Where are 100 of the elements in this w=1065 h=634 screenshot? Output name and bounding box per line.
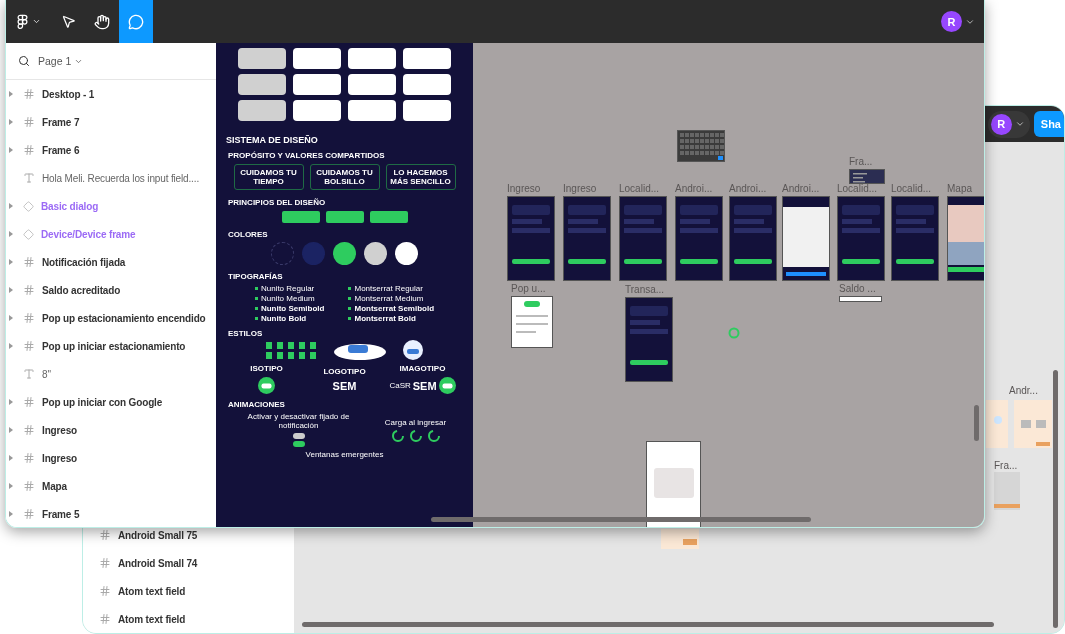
layer-item[interactable]: Pop up iniciar con Google: [6, 388, 216, 416]
section-title: SISTEMA DE DISEÑO: [226, 135, 319, 145]
layer-item[interactable]: Pop up estacionamiento encendido: [6, 304, 216, 332]
font-name: Nunito Semibold: [260, 304, 325, 313]
logo-label: LOGOTIPO: [323, 366, 366, 376]
frame-icon: [99, 557, 111, 569]
component-icon: [23, 228, 34, 240]
scrollbar[interactable]: [1053, 370, 1058, 628]
frame-icon: [23, 396, 35, 408]
frame-icon: [23, 116, 35, 128]
frame-label: Localid...: [837, 183, 879, 194]
layer-item[interactable]: 8": [6, 360, 216, 388]
logo-wordmark: SEM: [332, 379, 357, 392]
table-card: [293, 74, 341, 95]
frame-label: Pop u...: [511, 283, 547, 294]
car-logo-icon: [258, 377, 275, 394]
loading-rings-drawing: [390, 429, 441, 442]
font-name: Nunito Regular: [260, 284, 315, 293]
layer-item[interactable]: Device/Device frame: [6, 220, 216, 248]
logo-label: IMAGOTIPO: [399, 364, 446, 373]
animation-caption: Carga al ingresar: [384, 417, 447, 427]
layer-item[interactable]: Frame 6: [6, 136, 216, 164]
layer-item[interactable]: Pop up iniciar estacionamiento: [6, 332, 216, 360]
layer-item[interactable]: Hola Meli. Recuerda los input field....: [6, 164, 216, 192]
frame-label: Androi...: [729, 183, 768, 194]
table-card: [293, 100, 341, 121]
frame-icon: [23, 340, 35, 352]
layer-item[interactable]: Basic dialog: [6, 192, 216, 220]
font-name: Nunito Bold: [260, 314, 307, 323]
scrollbar[interactable]: [974, 405, 979, 441]
layer-item[interactable]: Mapa: [6, 472, 216, 500]
search-icon[interactable]: [18, 55, 30, 67]
logo-wordmark: SEM: [412, 379, 437, 392]
frame-icon: [23, 88, 35, 100]
app-screen-drawing: [661, 529, 699, 549]
frame-icon: [23, 144, 35, 156]
user-avatar-button[interactable]: R: [987, 110, 1030, 138]
frame-label: Mapa: [947, 183, 973, 194]
chevron-down-icon: [1014, 119, 1025, 129]
frame-thumbnail: [839, 296, 882, 302]
frame-label: Localid...: [891, 183, 933, 194]
section-heading: TIPOGRAFÍAS: [228, 272, 284, 281]
section-heading: PROPÓSITO Y VALORES COMPARTIDOS: [228, 151, 386, 160]
bullet-icon: [348, 287, 352, 290]
table-card: [238, 74, 286, 95]
table-card: [348, 74, 396, 95]
font-name: Montserrat Regular: [354, 284, 423, 293]
user-avatar: R: [941, 11, 962, 32]
frame-icon: [23, 284, 35, 296]
scrollbar[interactable]: [431, 517, 811, 522]
table-card: [403, 74, 451, 95]
layer-item[interactable]: Ingreso: [6, 444, 216, 472]
toggle-drawing: [292, 433, 305, 439]
frame-label: Localid...: [619, 183, 661, 194]
menu-thumbnail: [849, 169, 885, 184]
scrollbar[interactable]: [302, 622, 994, 627]
layer-item[interactable]: Android Small 74: [83, 556, 294, 570]
layer-item[interactable]: Ingreso: [6, 416, 216, 444]
pointer-icon: [60, 14, 76, 29]
frame-label: Androi...: [675, 183, 714, 194]
page-selector[interactable]: Page 1: [38, 55, 84, 67]
frame-label: Saldo ...: [839, 283, 877, 294]
comment-icon: [128, 13, 144, 30]
layer-item[interactable]: Android Small 75: [83, 528, 294, 542]
table-card: [403, 100, 451, 121]
table-card: [348, 100, 396, 121]
layer-item[interactable]: Frame 7: [6, 108, 216, 136]
bullet-icon: [254, 307, 258, 310]
bullet-icon: [254, 317, 258, 320]
frame-icon: [23, 508, 35, 520]
icon-set-drawing: [264, 341, 319, 359]
table-card: [348, 48, 396, 69]
section-heading: PRINCIPIOS DEL DISEÑO: [228, 198, 327, 207]
layer-item[interactable]: Atom text field: [83, 612, 294, 626]
car-illustration-drawing: [400, 340, 425, 360]
bullet-icon: [254, 287, 258, 290]
section-heading: ESTILOS: [228, 329, 264, 338]
layer-item[interactable]: Frame 5: [6, 500, 216, 527]
principle-pill: [325, 211, 364, 223]
font-name: Montserrat Semibold: [354, 304, 435, 313]
frame-label: Andr...: [1009, 385, 1038, 396]
frame-icon: [99, 613, 111, 625]
frame-label: Transa...: [625, 284, 666, 295]
bullet-icon: [254, 297, 258, 300]
principle-pill: [281, 211, 320, 223]
animation-caption: Activar y desactivar fijado de notificación: [246, 412, 351, 430]
hand-icon: [94, 13, 110, 30]
frame-icon: [23, 452, 35, 464]
frame-label: Ingreso: [507, 183, 542, 194]
value-card: CUIDAMOS TU TIEMPO: [233, 164, 304, 190]
font-name: Montserrat Bold: [354, 314, 416, 323]
layer-item[interactable]: Desktop - 1: [6, 80, 216, 108]
frame-icon: [23, 312, 35, 324]
font-name: Montserrat Medium: [354, 294, 424, 303]
frame-icon: [23, 480, 35, 492]
layer-item[interactable]: Saldo acreditado: [6, 276, 216, 304]
toggle-drawing: [292, 441, 305, 447]
layer-item[interactable]: Atom text field: [83, 584, 294, 598]
user-avatar-button[interactable]: R: [938, 8, 980, 35]
layer-item[interactable]: Notificación fijada: [6, 248, 216, 276]
